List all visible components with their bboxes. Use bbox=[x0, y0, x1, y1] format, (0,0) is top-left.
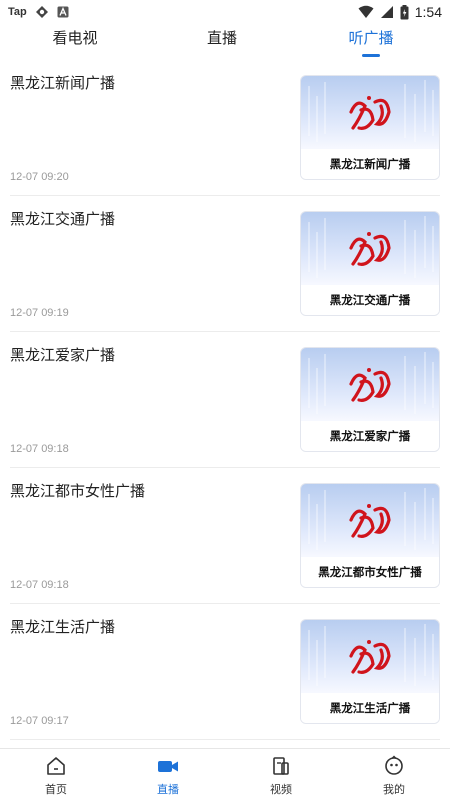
item-time: 12-07 09:19 bbox=[10, 307, 69, 319]
carrier-label: Tap bbox=[8, 6, 27, 18]
nav-mine-label: 我的 bbox=[383, 783, 405, 796]
station-logo-icon bbox=[308, 352, 434, 414]
item-title: 黑龙江生活广播 bbox=[10, 618, 116, 636]
document-icon bbox=[273, 757, 289, 775]
battery-icon bbox=[400, 4, 409, 19]
item-time: 12-07 09:17 bbox=[10, 715, 69, 727]
item-thumbnail[interactable]: 黑龙江生活广播 bbox=[300, 619, 440, 724]
bottom-navigation: 首页 直播 视频 我的 bbox=[0, 748, 450, 801]
thumbnail-caption: 黑龙江新闻广播 bbox=[301, 149, 439, 179]
item-title: 黑龙江都市女性广播 bbox=[10, 482, 146, 500]
profile-face-icon bbox=[385, 755, 403, 775]
station-logo-icon bbox=[308, 624, 434, 686]
item-thumbnail[interactable]: 黑龙江都市女性广播 bbox=[300, 483, 440, 588]
item-time: 12-07 09:18 bbox=[10, 579, 69, 591]
thumbnail-caption: 黑龙江交通广播 bbox=[301, 285, 439, 315]
nav-live[interactable]: 直播 bbox=[112, 755, 224, 797]
active-tab-indicator bbox=[362, 54, 380, 57]
wifi-icon bbox=[358, 5, 374, 18]
item-time: 12-07 09:18 bbox=[10, 443, 69, 455]
list-item[interactable]: 黑龙江新闻广播 12-07 09:20 黑龙江新闻广播 bbox=[10, 60, 440, 196]
list-item[interactable]: 黑龙江都市女性广播 12-07 09:18 黑龙江都市女性广播 bbox=[10, 468, 440, 604]
channel-tabs: 看电视 直播 听广播 bbox=[0, 24, 450, 60]
station-logo-icon bbox=[308, 488, 434, 550]
nav-live-label: 直播 bbox=[157, 783, 179, 796]
item-title: 黑龙江爱家广播 bbox=[10, 346, 116, 364]
thumbnail-caption: 黑龙江都市女性广播 bbox=[301, 557, 439, 587]
nav-video-label: 视频 bbox=[270, 783, 292, 796]
clock: 1:54 bbox=[414, 4, 442, 20]
station-logo-icon bbox=[308, 216, 434, 278]
station-logo-icon bbox=[308, 80, 434, 142]
app-badge-icon bbox=[35, 6, 48, 18]
item-title: 黑龙江交通广播 bbox=[10, 210, 116, 228]
thumbnail-caption: 黑龙江爱家广播 bbox=[301, 421, 439, 451]
item-title: 黑龙江新闻广播 bbox=[10, 74, 116, 92]
home-icon bbox=[47, 757, 65, 775]
list-item[interactable]: 黑龙江生活广播 12-07 09:17 黑龙江生活广播 bbox=[10, 604, 440, 740]
tab-listen-radio[interactable]: 听广播 bbox=[296, 26, 446, 50]
nav-home-label: 首页 bbox=[45, 783, 67, 796]
thumbnail-caption: 黑龙江生活广播 bbox=[301, 693, 439, 723]
list-item[interactable]: 黑龙江爱家广播 12-07 09:18 黑龙江爱家广播 bbox=[10, 332, 440, 468]
item-thumbnail[interactable]: 黑龙江新闻广播 bbox=[300, 75, 440, 180]
item-thumbnail[interactable]: 黑龙江爱家广播 bbox=[300, 347, 440, 452]
signal-icon bbox=[380, 6, 393, 18]
video-camera-icon bbox=[158, 761, 178, 772]
radio-list: 黑龙江新闻广播 12-07 09:20 黑龙江新闻广播 黑龙江交通广播 12-0… bbox=[0, 60, 450, 740]
notification-a-icon bbox=[57, 6, 69, 18]
item-thumbnail[interactable]: 黑龙江交通广播 bbox=[300, 211, 440, 316]
item-time: 12-07 09:20 bbox=[10, 171, 69, 183]
tab-live[interactable]: 直播 bbox=[147, 26, 297, 50]
nav-home[interactable]: 首页 bbox=[0, 755, 112, 797]
nav-video[interactable]: 视频 bbox=[225, 755, 337, 797]
tab-watch-tv[interactable]: 看电视 bbox=[0, 26, 150, 50]
nav-mine[interactable]: 我的 bbox=[338, 755, 450, 797]
status-bar: Tap 1:54 bbox=[0, 0, 450, 24]
list-item[interactable]: 黑龙江交通广播 12-07 09:19 黑龙江交通广播 bbox=[10, 196, 440, 332]
